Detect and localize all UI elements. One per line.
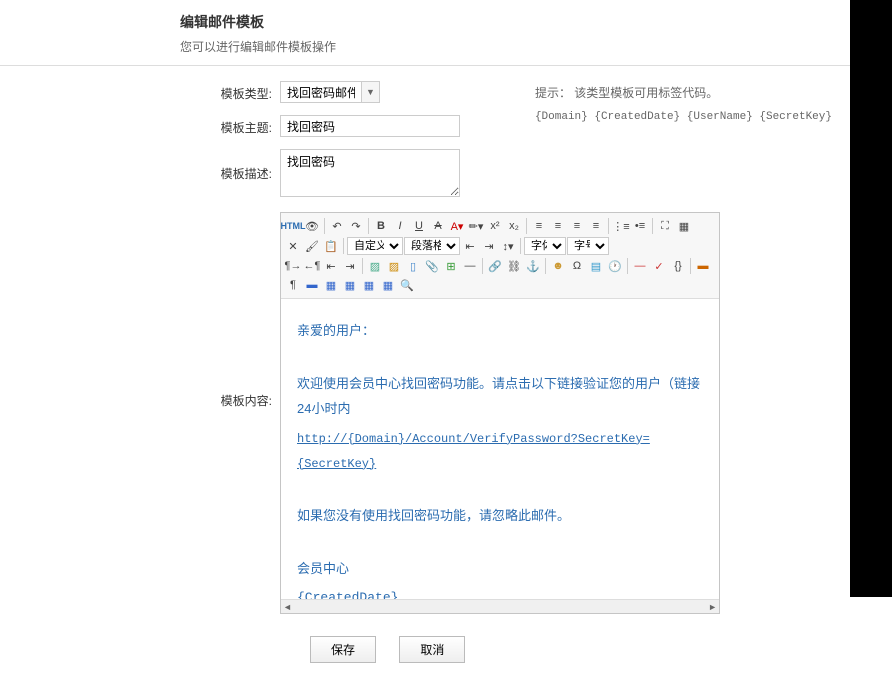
font-select[interactable]: 字体 [524,237,566,255]
dropdown-arrow-icon[interactable]: ▼ [361,82,379,102]
type-select[interactable]: ▼ [280,81,380,103]
content-date: {CreatedDate} [297,586,703,599]
align-justify-icon[interactable]: ≡ [587,217,605,235]
link-icon[interactable]: 🔗 [486,257,504,275]
underline-icon[interactable]: U [410,217,428,235]
editor-body[interactable]: 亲爱的用户： 欢迎使用会员中心找回密码功能。请点击以下链接验证您的用户（链接24… [281,299,719,599]
table2-icon[interactable]: ▦ [341,276,359,294]
hint-box: 提示： 该类型模板可用标签代码。 {Domain} {CreatedDate} … [535,84,832,123]
sub-icon[interactable]: x₂ [505,217,523,235]
table3-icon[interactable]: ▦ [360,276,378,294]
rich-editor: HTML 👁 ↶ ↷ B I U A A▾ ✏▾ x² [280,212,720,614]
dir-ltr-icon[interactable]: ¶→ [284,257,302,275]
bg3-icon[interactable]: ▬ [303,276,321,294]
spell-icon[interactable]: ✓ [650,257,668,275]
label-content: 模板内容: [20,212,280,409]
outdent-icon[interactable]: ⇤ [322,257,340,275]
unlink-icon[interactable]: ⛓ [505,257,523,275]
hr-icon[interactable]: — [461,257,479,275]
table-icon[interactable]: ▦ [322,276,340,294]
bold-icon[interactable]: B [372,217,390,235]
image-icon[interactable]: ▨ [366,257,384,275]
html-source-button[interactable]: HTML [284,217,302,235]
pagebreak-icon[interactable]: — [631,257,649,275]
emoji-icon[interactable]: ☻ [549,257,567,275]
fontcolor-icon[interactable]: A▾ [448,217,466,235]
align-right-icon[interactable]: ≡ [568,217,586,235]
content-sign: 会员中心 [297,557,703,582]
content-line1: 欢迎使用会员中心找回密码功能。请点击以下链接验证您的用户（链接24小时内 [297,372,703,421]
type-select-input[interactable] [281,82,361,102]
paragraph-select[interactable]: 自定义标题 [347,237,403,255]
indent-right-icon[interactable]: ⇥ [480,237,498,255]
paste-icon[interactable]: 📋 [322,237,340,255]
content-greeting: 亲爱的用户： [297,319,703,344]
content-line2: 如果您没有使用找回密码功能，请忽略此邮件。 [297,504,703,529]
attach-icon[interactable]: 📎 [423,257,441,275]
brush-icon[interactable]: 🖌 [303,237,321,255]
redo-icon[interactable]: ↷ [347,217,365,235]
page-subtitle: 您可以进行编辑邮件模板操作 [180,38,892,55]
fullscreen-icon[interactable]: ⛶ [656,217,674,235]
label-subject: 模板主题: [20,115,280,136]
code-icon[interactable]: {} [669,257,687,275]
anchor-icon[interactable]: ⚓ [524,257,542,275]
cancel-button[interactable]: 取消 [399,636,465,663]
search-icon[interactable]: 🔍 [398,276,416,294]
editor-hscroll[interactable]: ◄ ► [281,599,719,613]
date-icon[interactable]: ▤ [587,257,605,275]
video-icon[interactable]: ▯ [404,257,422,275]
indent-icon[interactable]: ⇥ [341,257,359,275]
strike-icon[interactable]: A [429,217,447,235]
size-select[interactable]: 字号 [567,237,609,255]
editor-toolbar: HTML 👁 ↶ ↷ B I U A A▾ ✏▾ x² [281,213,719,299]
image2-icon[interactable]: ▨ [385,257,403,275]
time-icon[interactable]: 🕐 [606,257,624,275]
bg1-icon[interactable]: ▬ [694,257,712,275]
label-desc: 模板描述: [20,149,280,182]
page-title: 编辑邮件模板 [180,12,892,32]
preview-icon[interactable]: 👁 [303,217,321,235]
hint-text: 该类型模板可用标签代码。 [574,86,718,100]
list-ul-icon[interactable]: •≡ [631,217,649,235]
lineheight-icon[interactable]: ↕▾ [499,237,517,255]
save-button[interactable]: 保存 [310,636,376,663]
more-icon[interactable]: ▦ [675,217,693,235]
clearformat-icon[interactable]: ✕ [284,237,302,255]
subject-input[interactable] [280,115,460,137]
table4-icon[interactable]: ▦ [379,276,397,294]
scroll-left-icon[interactable]: ◄ [283,602,292,612]
format-select[interactable]: 段落格式 [404,237,460,255]
map-icon[interactable]: ⊞ [442,257,460,275]
desc-textarea[interactable]: 找回密码 [280,149,460,197]
scroll-right-icon[interactable]: ► [708,602,717,612]
page-header: 编辑邮件模板 您可以进行编辑邮件模板操作 [0,0,892,66]
indent-left-icon[interactable]: ⇤ [461,237,479,255]
special-icon[interactable]: Ω [568,257,586,275]
content-link[interactable]: http://{Domain}/Account/VerifyPassword?S… [297,432,650,471]
hint-prefix: 提示： [535,86,571,100]
hint-tags: {Domain} {CreatedDate} {UserName} {Secre… [535,111,832,123]
bg2-icon[interactable]: ¶ [284,276,302,294]
backcolor-icon[interactable]: ✏▾ [467,217,485,235]
label-type: 模板类型: [20,81,280,102]
align-center-icon[interactable]: ≡ [549,217,567,235]
align-left-icon[interactable]: ≡ [530,217,548,235]
undo-icon[interactable]: ↶ [328,217,346,235]
italic-icon[interactable]: I [391,217,409,235]
list-ol-icon[interactable]: ⋮≡ [612,217,630,235]
dir-rtl-icon[interactable]: ←¶ [303,257,321,275]
sup-icon[interactable]: x² [486,217,504,235]
